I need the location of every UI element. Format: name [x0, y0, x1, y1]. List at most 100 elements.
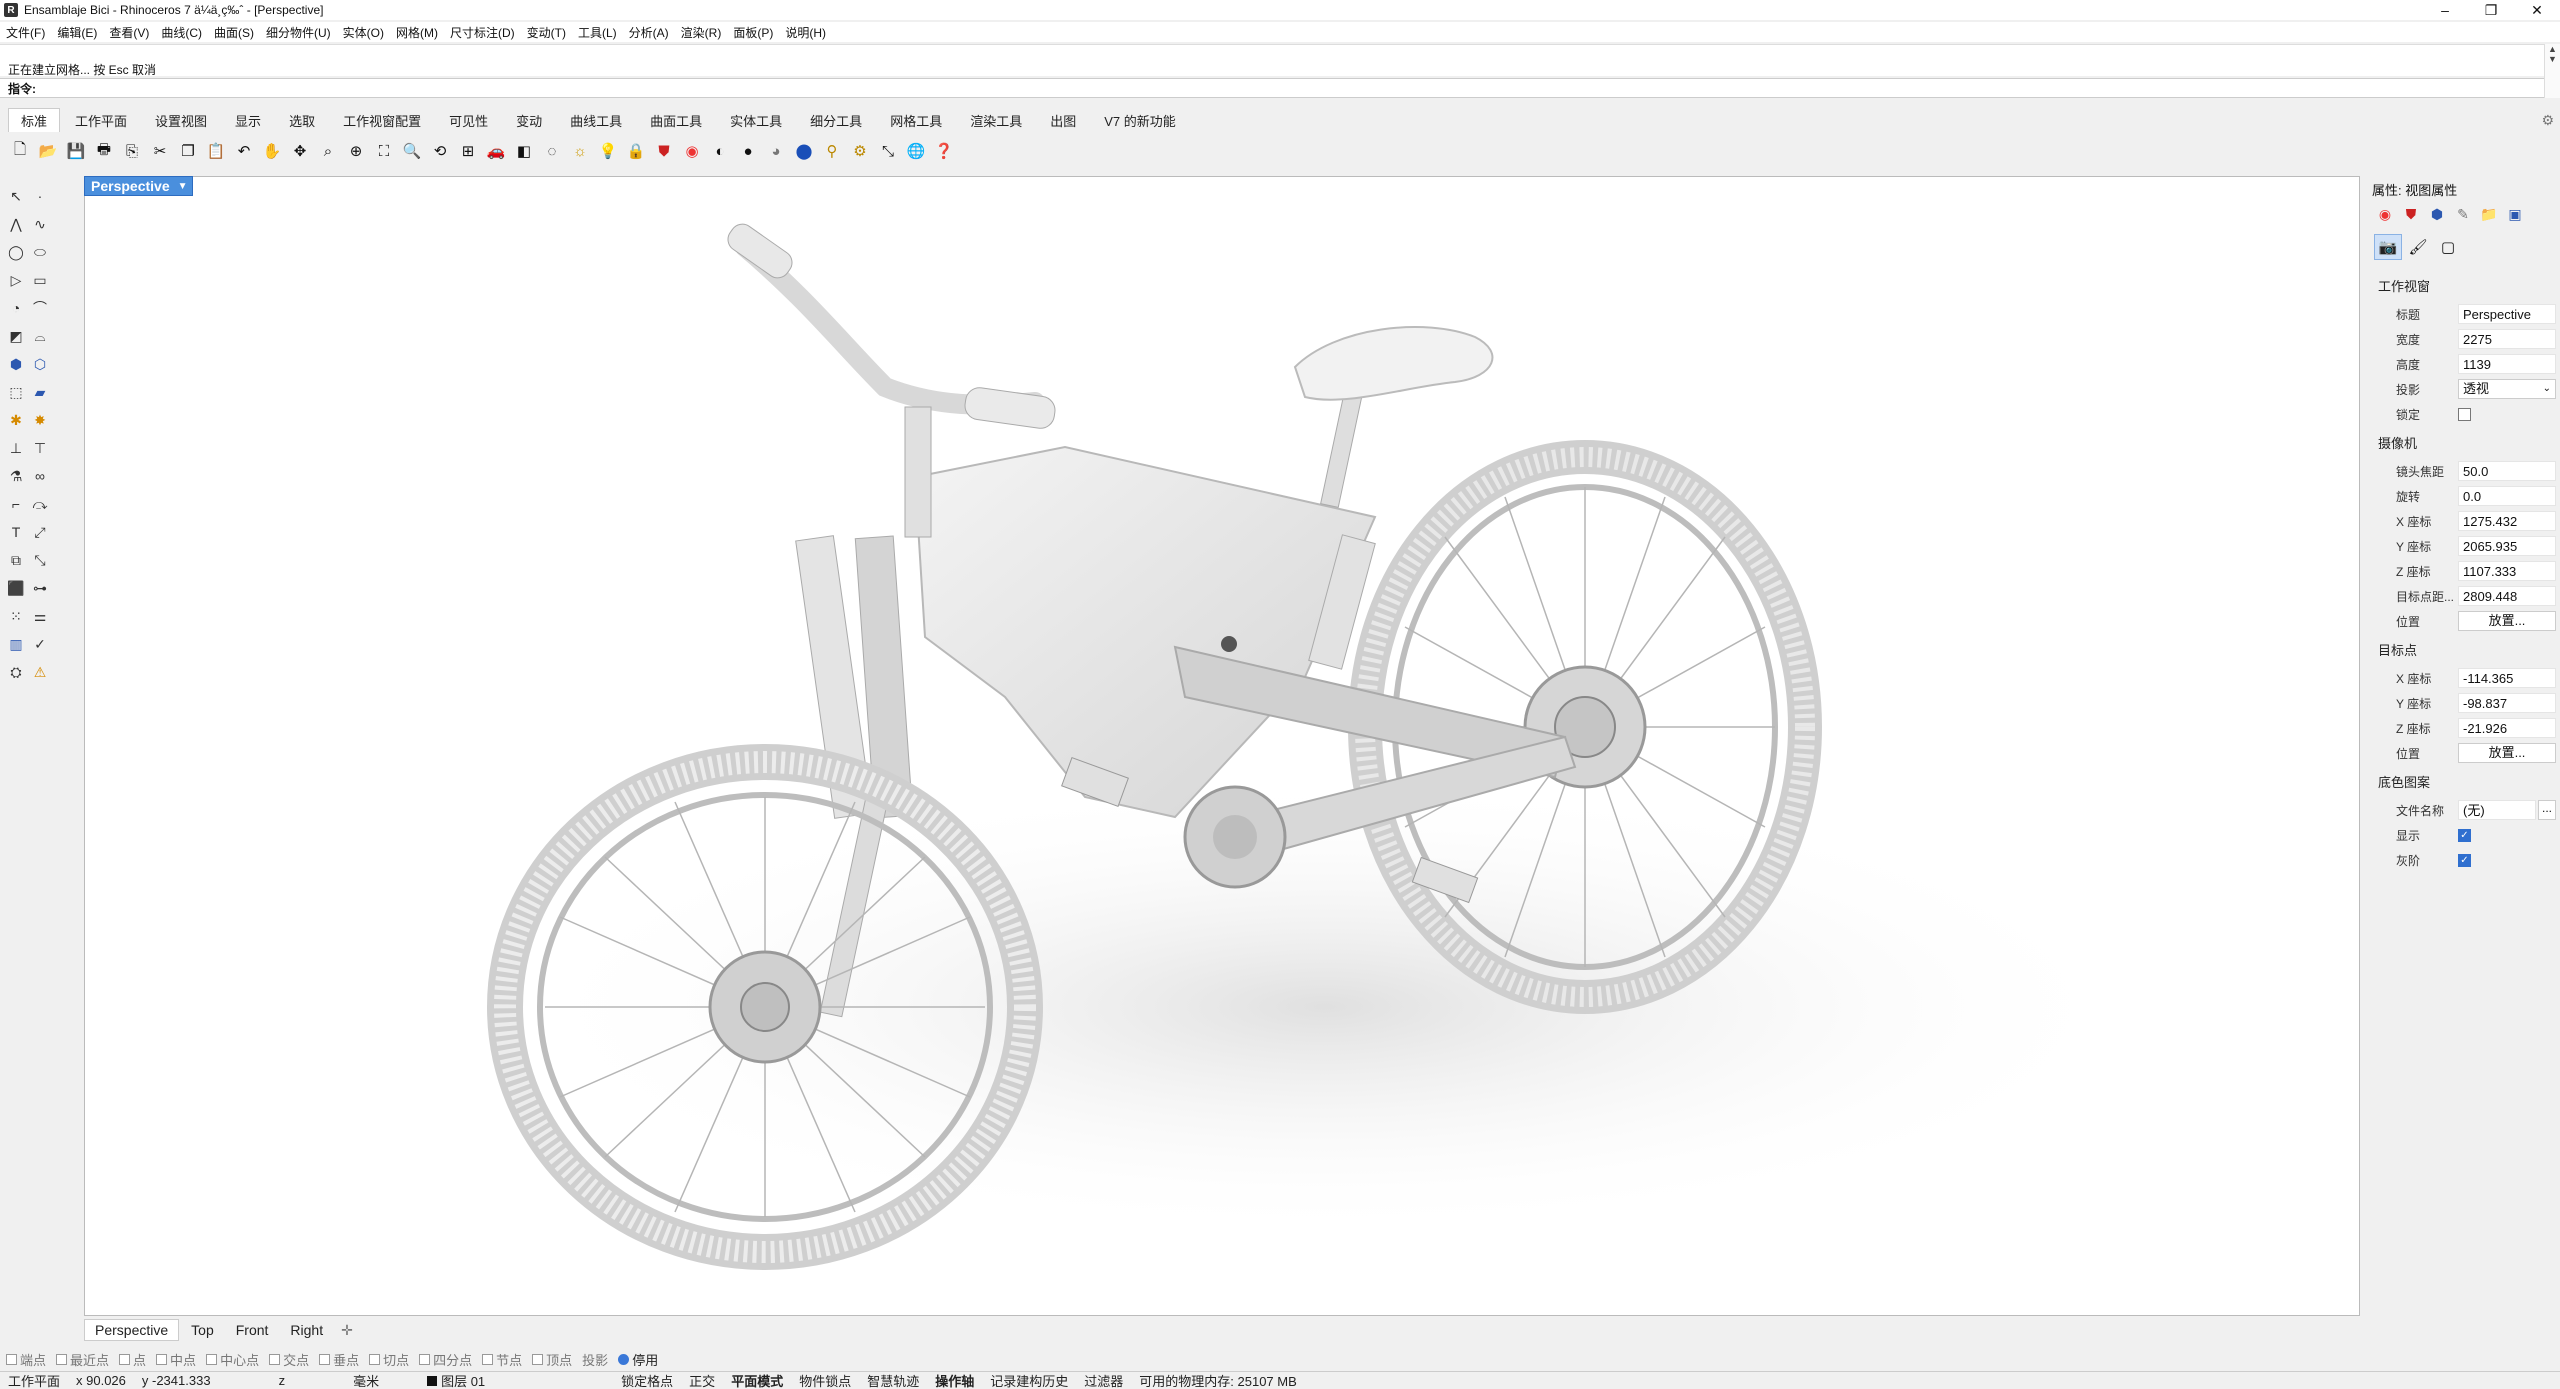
save-icon[interactable]: 💾: [64, 140, 88, 162]
layer-icon[interactable]: ◧: [512, 140, 536, 162]
target-x-field[interactable]: -114.365: [2458, 668, 2556, 688]
filename-field[interactable]: (无): [2458, 800, 2536, 820]
check-icon[interactable]: ✓: [28, 632, 52, 656]
trim-icon[interactable]: ⊥: [4, 436, 28, 460]
folder-icon[interactable]: 📁: [2476, 204, 2502, 224]
grayscale-checkbox[interactable]: ✓: [2458, 853, 2471, 867]
select-arrow-icon[interactable]: ↖: [4, 184, 28, 208]
menu-tools[interactable]: 工具(L): [578, 24, 617, 41]
osnap-intersection[interactable]: 交点: [269, 1350, 309, 1369]
pan-icon[interactable]: ✋: [260, 140, 284, 162]
target-y-field[interactable]: -98.837: [2458, 693, 2556, 713]
perspective-viewport[interactable]: [84, 176, 2360, 1316]
gear-icon[interactable]: ⚙: [848, 140, 872, 162]
maximize-button[interactable]: ❐: [2468, 0, 2514, 20]
sphere-icon[interactable]: ◕: [764, 140, 788, 162]
osnap-project[interactable]: 投影: [582, 1350, 608, 1369]
zoom-dynamic-icon[interactable]: ⊕: [344, 140, 368, 162]
status-smarttrack[interactable]: 智慧轨迹: [859, 1371, 927, 1389]
new-icon[interactable]: 🗋: [8, 140, 32, 162]
print-icon[interactable]: 🖶: [92, 140, 116, 162]
camera-place-button[interactable]: 放置...: [2458, 611, 2556, 631]
camera-x-field[interactable]: 1275.432: [2458, 511, 2556, 531]
status-gumball[interactable]: 操作轴: [927, 1371, 982, 1389]
menu-mesh[interactable]: 网格(M): [396, 24, 438, 41]
image-icon[interactable]: ▣: [2502, 204, 2528, 224]
command-history-scrollbar[interactable]: ▲ ▼: [2544, 44, 2560, 98]
osnap-end[interactable]: 端点: [6, 1350, 46, 1369]
cut-icon[interactable]: ✂: [148, 140, 172, 162]
osnap-near[interactable]: 最近点: [56, 1350, 109, 1369]
rotate-view-icon[interactable]: ✥: [288, 140, 312, 162]
tab-curve-tools[interactable]: 曲线工具: [557, 108, 635, 133]
analyze-icon[interactable]: ⚌: [28, 604, 52, 628]
text-icon[interactable]: T: [4, 520, 28, 544]
copy-icon[interactable]: ❐: [176, 140, 200, 162]
shaded-icon[interactable]: ◐: [708, 140, 732, 162]
gear-icon[interactable]: ⚙: [2541, 112, 2554, 129]
ruler-icon[interactable]: ⊶: [28, 576, 52, 600]
color-wheel-icon[interactable]: ◉: [680, 140, 704, 162]
tab-top[interactable]: Top: [181, 1320, 224, 1340]
tab-surface-tools[interactable]: 曲面工具: [637, 108, 715, 133]
curve-icon[interactable]: ∿: [28, 212, 52, 236]
rotation-field[interactable]: 0.0: [2458, 486, 2556, 506]
move-icon[interactable]: ⧉: [4, 548, 28, 572]
osnap-mid[interactable]: 中点: [156, 1350, 196, 1369]
box-icon[interactable]: ⬢: [4, 352, 28, 376]
lock-icon[interactable]: 🔒: [624, 140, 648, 162]
status-cplane[interactable]: 工作平面: [0, 1371, 68, 1389]
title-field[interactable]: Perspective: [2458, 304, 2556, 324]
menu-render[interactable]: 渲染(R): [681, 24, 722, 41]
menu-curve[interactable]: 曲线(C): [161, 24, 202, 41]
status-filter[interactable]: 过滤器: [1076, 1371, 1131, 1389]
tab-visibility[interactable]: 可见性: [436, 108, 501, 133]
open-icon[interactable]: 📂: [36, 140, 60, 162]
frame-icon[interactable]: ▢: [2434, 234, 2462, 260]
join-icon[interactable]: ⚗: [4, 464, 28, 488]
boolean-icon[interactable]: ✱: [4, 408, 28, 432]
help-icon[interactable]: ❓: [932, 140, 956, 162]
array-icon[interactable]: ⁙: [4, 604, 28, 628]
plane-icon[interactable]: ▰: [28, 380, 52, 404]
arc-icon[interactable]: ◔: [4, 296, 28, 320]
tab-set-view[interactable]: 设置视图: [142, 108, 220, 133]
options-icon[interactable]: ☼: [568, 140, 592, 162]
browse-button[interactable]: ...: [2538, 800, 2556, 820]
tab-select[interactable]: 选取: [276, 108, 328, 133]
lens-field[interactable]: 50.0: [2458, 461, 2556, 481]
camera-z-field[interactable]: 1107.333: [2458, 561, 2556, 581]
group-icon[interactable]: ∞: [28, 464, 52, 488]
zoom-window-icon[interactable]: ⌕: [316, 140, 340, 162]
show-checkbox[interactable]: ✓: [2458, 828, 2471, 842]
status-history[interactable]: 记录建构历史: [982, 1371, 1076, 1389]
projection-select[interactable]: 透视 ⌄: [2458, 379, 2556, 399]
polygon-icon[interactable]: ▷: [4, 268, 28, 292]
menu-file[interactable]: 文件(F): [6, 24, 45, 41]
camera-y-field[interactable]: 2065.935: [2458, 536, 2556, 556]
osnap-point[interactable]: 点: [119, 1350, 146, 1369]
render-settings-icon[interactable]: ⬢: [2424, 204, 2450, 224]
osnap-tangent[interactable]: 切点: [369, 1350, 409, 1369]
status-grid-snap[interactable]: 锁定格点: [613, 1371, 681, 1389]
transform-icon[interactable]: ⤡: [876, 140, 900, 162]
tab-standard[interactable]: 标准: [8, 108, 61, 132]
layout-icon[interactable]: ▥: [4, 632, 28, 656]
tab-subd-tools[interactable]: 细分工具: [797, 108, 875, 133]
fillet-icon[interactable]: ⌐: [4, 492, 28, 516]
menu-transform[interactable]: 变动(T): [527, 24, 566, 41]
extrude-icon[interactable]: ⬚: [4, 380, 28, 404]
tab-front[interactable]: Front: [226, 1320, 279, 1340]
tab-cplanes[interactable]: 工作平面: [62, 108, 140, 133]
scale-icon[interactable]: ⤡: [28, 548, 52, 572]
command-input[interactable]: [40, 81, 440, 95]
freeform-icon[interactable]: ⌒: [28, 296, 52, 320]
color-wheel-icon[interactable]: ◉: [2372, 204, 2398, 224]
osnap-perpendicular[interactable]: 垂点: [319, 1350, 359, 1369]
tab-mesh-tools[interactable]: 网格工具: [877, 108, 955, 133]
status-layer[interactable]: 图层 01: [387, 1371, 493, 1389]
tab-new-in-v7[interactable]: V7 的新功能: [1091, 108, 1189, 133]
globe-icon[interactable]: 🌐: [904, 140, 928, 162]
shield-icon[interactable]: ⛊: [652, 140, 676, 162]
target-place-button[interactable]: 放置...: [2458, 743, 2556, 763]
